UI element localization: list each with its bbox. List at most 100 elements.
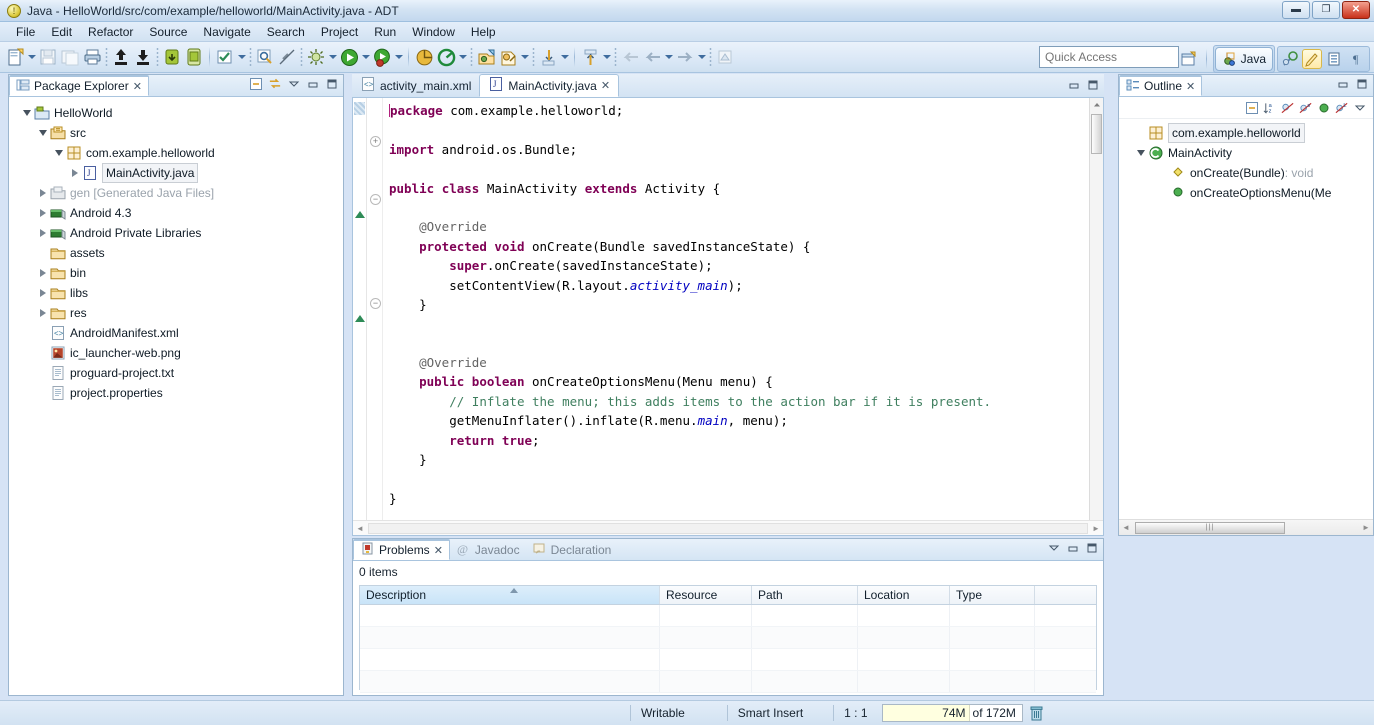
column-header-type[interactable]: Type — [950, 586, 1035, 604]
trash-icon[interactable] — [1027, 706, 1047, 721]
build-all-icon[interactable] — [214, 46, 236, 68]
column-header-location[interactable]: Location — [858, 586, 950, 604]
dropdown-arrow-icon[interactable] — [26, 46, 37, 68]
menu-refactor[interactable]: Refactor — [80, 24, 141, 40]
editor-tab-inactive[interactable]: <> activity_main.xml — [352, 74, 479, 97]
tree-item[interactable]: MainActivity — [1119, 143, 1373, 163]
coverage-icon[interactable] — [413, 46, 435, 68]
tree-item[interactable]: J MainActivity.java — [9, 163, 343, 183]
scroll-up-icon[interactable] — [1090, 98, 1103, 112]
tree-item[interactable]: src — [9, 123, 343, 143]
collapse-all-icon[interactable] — [1245, 101, 1259, 115]
new-java-class-icon[interactable] — [497, 46, 519, 68]
paragraph-mark-icon[interactable]: ¶ — [1346, 48, 1368, 70]
new-java-package-icon[interactable] — [475, 46, 497, 68]
tab-declaration[interactable]: Declaration — [526, 539, 618, 560]
hide-nonpublic-icon[interactable] — [1317, 101, 1331, 115]
tree-item[interactable]: assets — [9, 243, 343, 263]
tree-item[interactable]: ic_launcher-web.png — [9, 343, 343, 363]
tab-package-explorer[interactable]: Package Explorer ✕ — [9, 75, 149, 96]
menu-file[interactable]: File — [8, 24, 43, 40]
dropdown-arrow-icon[interactable] — [663, 46, 674, 68]
maximize-icon[interactable] — [325, 77, 339, 91]
tree-item[interactable]: libs — [9, 283, 343, 303]
collapse-arrow-icon[interactable] — [1135, 143, 1147, 163]
folding-ruler[interactable]: + − − — [367, 98, 383, 535]
android-sdk-manager-icon[interactable] — [161, 46, 183, 68]
java-browsing-icon[interactable] — [1279, 48, 1301, 70]
dropdown-arrow-icon[interactable] — [457, 46, 468, 68]
tree-item[interactable]: com.example.helloworld — [1119, 123, 1373, 143]
pin-editor-icon[interactable] — [714, 46, 736, 68]
back-history-icon[interactable] — [641, 46, 663, 68]
collapse-method-icon[interactable]: − — [370, 194, 381, 205]
dropdown-arrow-icon[interactable] — [696, 46, 707, 68]
dropdown-arrow-icon[interactable] — [393, 46, 404, 68]
editor-horizontal-scrollbar[interactable]: ◄ ► — [353, 520, 1103, 535]
minimize-icon[interactable] — [1066, 541, 1080, 555]
forward-icon[interactable] — [674, 46, 696, 68]
menu-source[interactable]: Source — [141, 24, 195, 40]
menu-project[interactable]: Project — [313, 24, 366, 40]
open-perspective-icon[interactable] — [1178, 48, 1200, 70]
close-icon[interactable]: ✕ — [133, 80, 142, 93]
collapse-all-icon[interactable] — [249, 77, 263, 91]
column-header-path[interactable]: Path — [752, 586, 858, 604]
expand-arrow-icon[interactable] — [37, 183, 49, 203]
run-android-icon[interactable] — [371, 46, 393, 68]
heap-status[interactable]: 74M of 172M — [881, 704, 1023, 722]
scroll-right-icon[interactable]: ► — [1359, 523, 1373, 532]
expand-arrow-icon[interactable] — [37, 203, 49, 223]
back-icon[interactable] — [619, 46, 641, 68]
no-link-icon[interactable] — [276, 46, 298, 68]
tree-item[interactable]: onCreateOptionsMenu(Me — [1119, 183, 1373, 203]
view-menu-icon[interactable] — [1047, 541, 1061, 555]
expand-arrow-icon[interactable] — [37, 263, 49, 283]
console-view-icon[interactable] — [1323, 48, 1345, 70]
dropdown-arrow-icon[interactable] — [559, 46, 570, 68]
menu-navigate[interactable]: Navigate — [195, 24, 258, 40]
dropdown-arrow-icon[interactable] — [360, 46, 371, 68]
dropdown-arrow-icon[interactable] — [236, 46, 247, 68]
restore-button[interactable]: ❐ — [1312, 1, 1340, 19]
menu-help[interactable]: Help — [463, 24, 504, 40]
outline-tree[interactable]: com.example.helloworld MainActivity onCrea… — [1119, 119, 1373, 203]
expand-arrow-icon[interactable] — [37, 303, 49, 323]
collapse-arrow-icon[interactable] — [53, 143, 65, 163]
maximize-icon[interactable] — [1086, 78, 1100, 92]
outline-horizontal-scrollbar[interactable]: ◄ ||| ► — [1119, 519, 1373, 535]
print-icon[interactable] — [81, 46, 103, 68]
save-icon[interactable] — [37, 46, 59, 68]
minimize-button[interactable] — [1282, 1, 1310, 19]
minimize-icon[interactable] — [1336, 77, 1350, 91]
next-annotation-icon[interactable] — [579, 46, 601, 68]
tree-item[interactable]: com.example.helloworld — [9, 143, 343, 163]
tree-item[interactable]: onCreate(Bundle) : void — [1119, 163, 1373, 183]
collapse-arrow-icon[interactable] — [37, 123, 49, 143]
link-with-editor-icon[interactable] — [268, 77, 282, 91]
close-icon[interactable]: ✕ — [1186, 80, 1195, 93]
tree-item[interactable]: Android 4.3 — [9, 203, 343, 223]
collapse-arrow-icon[interactable] — [21, 103, 33, 123]
dropdown-arrow-icon[interactable] — [519, 46, 530, 68]
scroll-left-icon[interactable]: ◄ — [1119, 523, 1133, 532]
tree-item[interactable]: proguard-project.txt — [9, 363, 343, 383]
tab-outline[interactable]: Outline ✕ — [1119, 75, 1203, 96]
java-perspective-button[interactable]: Java — [1214, 47, 1273, 71]
collapse-method-icon[interactable]: − — [370, 298, 381, 309]
tree-item[interactable]: gen [Generated Java Files] — [9, 183, 343, 203]
tree-item[interactable]: project.properties — [9, 383, 343, 403]
debug-icon[interactable] — [305, 46, 327, 68]
hide-local-types-icon[interactable]: L — [1335, 101, 1349, 115]
editor-tab-active[interactable]: J MainActivity.java ✕ — [479, 74, 620, 97]
minimize-icon[interactable] — [1067, 78, 1081, 92]
expand-arrow-icon[interactable] — [37, 223, 49, 243]
scroll-right-icon[interactable]: ► — [1089, 524, 1103, 533]
search-icon[interactable] — [254, 46, 276, 68]
menu-window[interactable]: Window — [404, 24, 463, 40]
previous-annotation-icon[interactable] — [537, 46, 559, 68]
dropdown-arrow-icon[interactable] — [601, 46, 612, 68]
close-icon[interactable]: ✕ — [434, 544, 443, 557]
tree-item[interactable]: bin — [9, 263, 343, 283]
expand-arrow-icon[interactable] — [37, 283, 49, 303]
